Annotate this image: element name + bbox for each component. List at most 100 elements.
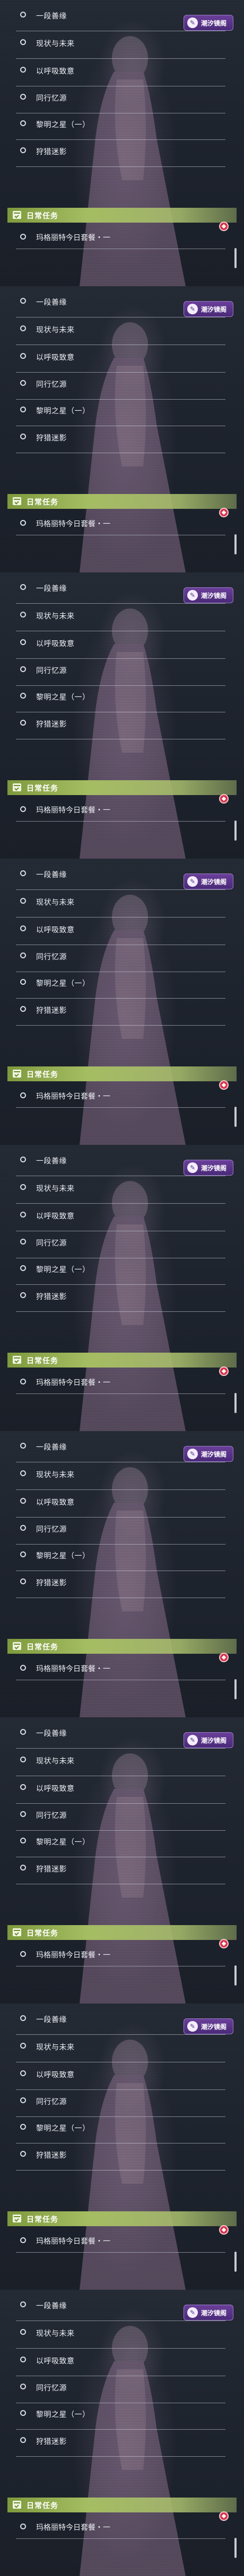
quest-item[interactable]: 以呼吸致意 bbox=[16, 1203, 225, 1231]
quest-item[interactable]: 黎明之星（一） bbox=[16, 398, 225, 426]
quest-item[interactable]: 以呼吸致意 bbox=[16, 1489, 225, 1518]
scrollbar[interactable] bbox=[234, 1965, 237, 1986]
quest-ring-icon bbox=[20, 147, 26, 153]
quest-item[interactable]: 以呼吸致意 bbox=[16, 344, 225, 373]
daily-task-item[interactable]: 玛格丽特今日套餐・一 bbox=[16, 1371, 225, 1394]
quest-item[interactable]: 黎明之星（一） bbox=[16, 1542, 225, 1571]
quest-item[interactable]: 同行忆源 bbox=[16, 1230, 225, 1258]
quest-item[interactable]: 黎明之星（一） bbox=[16, 111, 225, 140]
daily-task-item[interactable]: 玛格丽特今日套餐・一 bbox=[16, 226, 225, 249]
quest-item[interactable]: 黎明之星（一） bbox=[16, 2115, 225, 2143]
quest-item[interactable]: 一段善缘 bbox=[16, 2292, 225, 2321]
scrollbar[interactable] bbox=[234, 2252, 237, 2272]
quest-item[interactable]: 同行忆源 bbox=[16, 85, 225, 113]
quest-item[interactable]: 一段善缘 bbox=[16, 1148, 225, 1176]
quest-item[interactable]: 现状与未来 bbox=[16, 1175, 225, 1204]
quest-item[interactable]: 狩猎迷影 bbox=[16, 1856, 225, 1884]
quest-item[interactable]: 同行忆源 bbox=[16, 2375, 225, 2403]
daily-tasks-header[interactable]: 日常任务 bbox=[7, 1066, 237, 1081]
quest-item[interactable]: 狩猎迷影 bbox=[16, 425, 225, 453]
quest-ring-icon bbox=[20, 979, 26, 985]
daily-task-item[interactable]: 玛格丽特今日套餐・一 bbox=[16, 512, 225, 535]
scrollbar[interactable] bbox=[234, 1679, 237, 1699]
daily-tasks-header[interactable]: 日常任务 bbox=[7, 208, 237, 223]
quest-ring-icon bbox=[20, 870, 26, 876]
daily-tasks-header[interactable]: 日常任务 bbox=[7, 2211, 237, 2226]
quest-item[interactable]: 一段善缘 bbox=[16, 3, 225, 31]
quest-item[interactable]: 狩猎迷影 bbox=[16, 1569, 225, 1598]
quest-item[interactable]: 以呼吸致意 bbox=[16, 630, 225, 659]
task-ring-icon bbox=[20, 2524, 26, 2529]
quest-item[interactable]: 以呼吸致意 bbox=[16, 1775, 225, 1804]
daily-tasks-header[interactable]: 日常任务 bbox=[7, 780, 237, 795]
quest-ring-icon bbox=[20, 952, 26, 958]
daily-tasks-header[interactable]: 日常任务 bbox=[7, 1639, 237, 1654]
quest-item[interactable]: 黎明之星（一） bbox=[16, 1256, 225, 1285]
quest-ring-icon bbox=[20, 2097, 26, 2103]
quest-item[interactable]: 以呼吸致意 bbox=[16, 58, 225, 86]
daily-task-item[interactable]: 玛格丽特今日套餐・一 bbox=[16, 1657, 225, 1680]
quest-item[interactable]: 一段善缘 bbox=[16, 2006, 225, 2035]
daily-task-item[interactable]: 玛格丽特今日套餐・一 bbox=[16, 2229, 225, 2253]
quest-item[interactable]: 现状与未来 bbox=[16, 2320, 225, 2349]
scrollbar[interactable] bbox=[234, 2538, 237, 2558]
quest-item[interactable]: 同行忆源 bbox=[16, 2088, 225, 2117]
scrollbar[interactable] bbox=[234, 534, 237, 554]
quest-item[interactable]: 狩猎迷影 bbox=[16, 997, 225, 1026]
quest-item[interactable]: 现状与未来 bbox=[16, 1461, 225, 1490]
daily-task-item[interactable]: 玛格丽特今日套餐・一 bbox=[16, 1084, 225, 1108]
quest-item[interactable]: 狩猎迷影 bbox=[16, 2428, 225, 2457]
quest-item[interactable]: 一段善缘 bbox=[16, 861, 225, 890]
quest-item[interactable]: 以呼吸致意 bbox=[16, 2061, 225, 2090]
quest-label: 现状与未来 bbox=[36, 612, 75, 621]
daily-task-item[interactable]: 玛格丽特今日套餐・一 bbox=[16, 2516, 225, 2539]
quest-item[interactable]: 黎明之星（一） bbox=[16, 2401, 225, 2430]
quest-item[interactable]: 狩猎迷影 bbox=[16, 138, 225, 167]
quest-label: 一段善缘 bbox=[36, 2302, 67, 2310]
daily-tasks-header[interactable]: 日常任务 bbox=[7, 1925, 237, 1940]
quest-item[interactable]: 一段善缘 bbox=[16, 575, 225, 604]
quest-item[interactable]: 现状与未来 bbox=[16, 603, 225, 631]
quest-label: 一段善缘 bbox=[36, 1443, 67, 1452]
quest-item[interactable]: 现状与未来 bbox=[16, 2034, 225, 2062]
quest-label: 黎明之星（一） bbox=[36, 980, 90, 988]
quest-label: 狩猎迷影 bbox=[36, 1007, 67, 1015]
quest-item[interactable]: 黎明之星（一） bbox=[16, 970, 225, 999]
quest-item[interactable]: 以呼吸致意 bbox=[16, 916, 225, 945]
quest-label: 现状与未来 bbox=[36, 40, 75, 48]
quest-item[interactable]: 黎明之星（一） bbox=[16, 1829, 225, 1857]
quest-item[interactable]: 同行忆源 bbox=[16, 371, 225, 400]
daily-task-item[interactable]: 玛格丽特今日套餐・一 bbox=[16, 798, 225, 822]
quest-item[interactable]: 现状与未来 bbox=[16, 30, 225, 59]
calendar-check-icon bbox=[13, 497, 21, 505]
scrollbar[interactable] bbox=[234, 248, 237, 268]
quest-item[interactable]: 同行忆源 bbox=[16, 1516, 225, 1545]
quest-item[interactable]: 现状与未来 bbox=[16, 316, 225, 345]
daily-tasks-header[interactable]: 日常任务 bbox=[7, 1353, 237, 1368]
quest-ring-icon bbox=[20, 720, 26, 726]
quest-label: 黎明之星（一） bbox=[36, 121, 90, 129]
quest-item[interactable]: 一段善缘 bbox=[16, 1720, 225, 1749]
quest-item[interactable]: 一段善缘 bbox=[16, 1434, 225, 1462]
daily-task-item[interactable]: 玛格丽特今日套餐・一 bbox=[16, 1943, 225, 1966]
scrollbar[interactable] bbox=[234, 1393, 237, 1413]
quest-item[interactable]: 狩猎迷影 bbox=[16, 711, 225, 739]
scrollbar[interactable] bbox=[234, 1107, 237, 1127]
daily-tasks-title: 日常任务 bbox=[27, 498, 58, 507]
quest-item[interactable]: 同行忆源 bbox=[16, 1802, 225, 1831]
quest-item[interactable]: 黎明之星（一） bbox=[16, 684, 225, 712]
quest-label: 黎明之星（一） bbox=[36, 2411, 90, 2419]
quest-item[interactable]: 现状与未来 bbox=[16, 1748, 225, 1776]
quest-item[interactable]: 狩猎迷影 bbox=[16, 2142, 225, 2171]
quest-panel: ✎ 潮汐镜阁 一段善缘 现状与未来 以呼吸致意 同行忆源 黎明之星（一） 狩猎迷影 日常任… bbox=[0, 1717, 244, 2004]
quest-item[interactable]: 同行忆源 bbox=[16, 657, 225, 686]
quest-item[interactable]: 一段善缘 bbox=[16, 289, 225, 317]
quest-item[interactable]: 狩猎迷影 bbox=[16, 1283, 225, 1312]
quest-item[interactable]: 现状与未来 bbox=[16, 889, 225, 918]
daily-tasks-title: 日常任务 bbox=[27, 1643, 58, 1652]
daily-tasks-header[interactable]: 日常任务 bbox=[7, 2498, 237, 2512]
quest-item[interactable]: 同行忆源 bbox=[16, 943, 225, 972]
scrollbar[interactable] bbox=[234, 821, 237, 841]
quest-item[interactable]: 以呼吸致意 bbox=[16, 2348, 225, 2376]
daily-tasks-header[interactable]: 日常任务 bbox=[7, 494, 237, 509]
